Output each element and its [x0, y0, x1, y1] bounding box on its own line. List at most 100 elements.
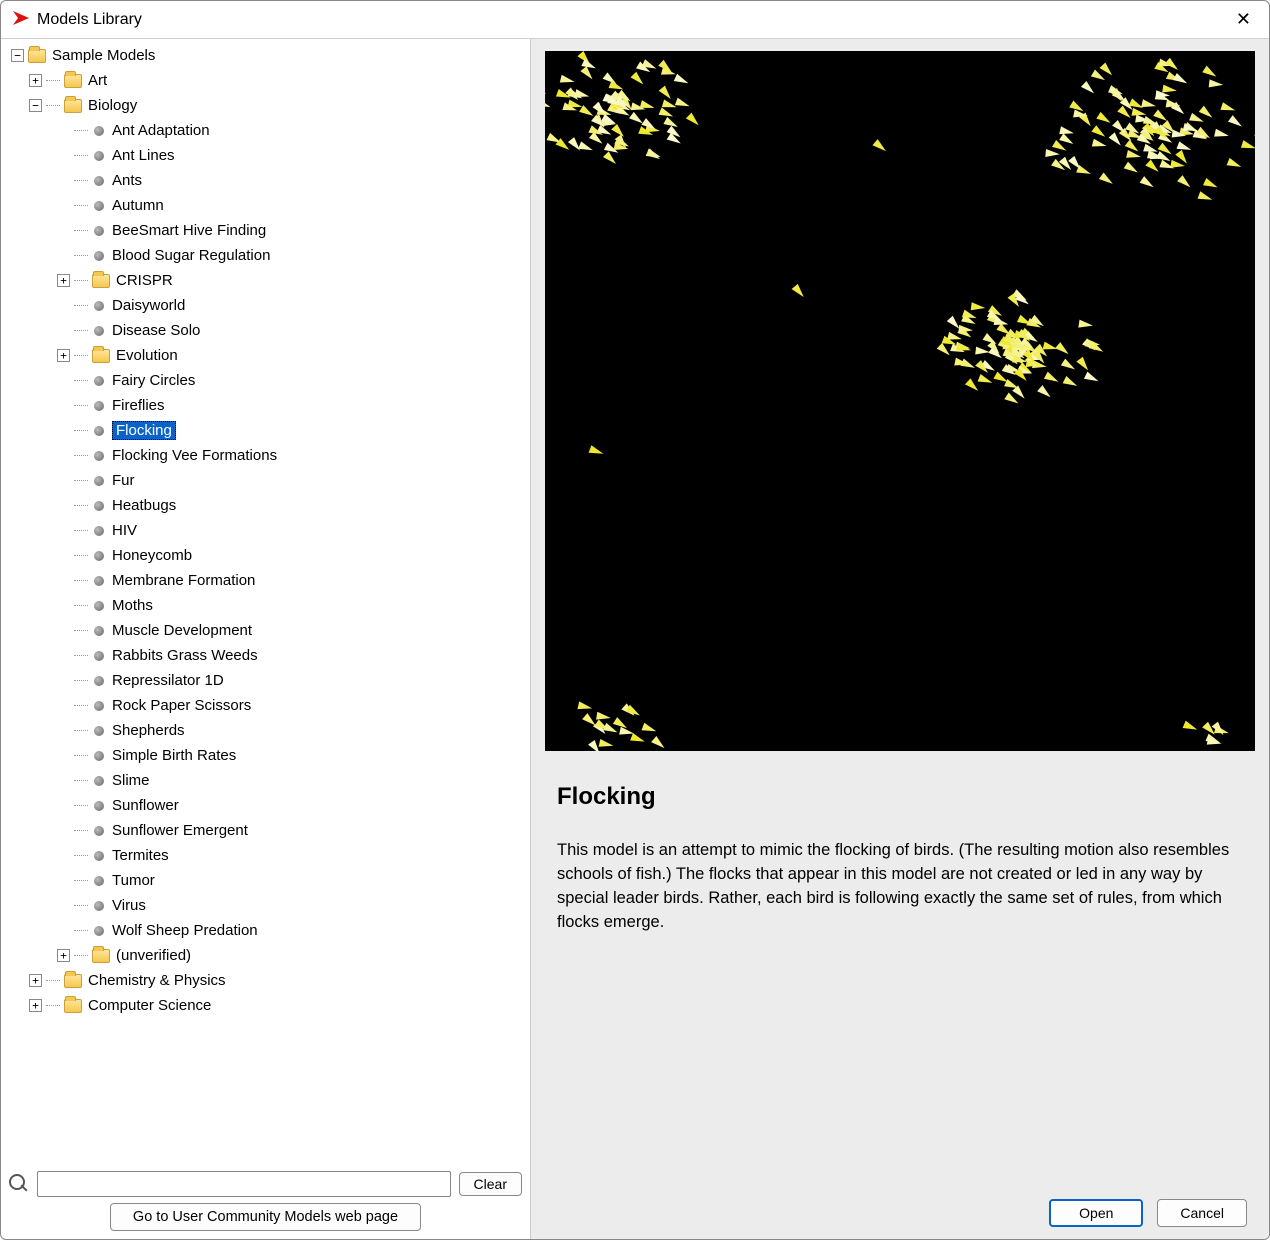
- tree-row[interactable]: HIV: [5, 518, 530, 543]
- tree-row[interactable]: Ant Adaptation: [5, 118, 530, 143]
- tree-item-label: Ants: [112, 172, 142, 189]
- expand-icon[interactable]: +: [57, 349, 70, 362]
- model-icon: [94, 426, 104, 436]
- tree-row[interactable]: −Biology: [5, 93, 530, 118]
- community-models-button[interactable]: Go to User Community Models web page: [110, 1203, 421, 1231]
- tree-row[interactable]: Shepherds: [5, 718, 530, 743]
- model-icon: [94, 501, 104, 511]
- model-preview-image: [545, 51, 1255, 751]
- model-icon: [94, 376, 104, 386]
- tree-row[interactable]: Muscle Development: [5, 618, 530, 643]
- tree-item-label: Disease Solo: [112, 322, 200, 339]
- tree-row[interactable]: Slime: [5, 768, 530, 793]
- tree-item-label: Rock Paper Scissors: [112, 697, 251, 714]
- expand-icon[interactable]: +: [57, 949, 70, 962]
- tree-row[interactable]: Wolf Sheep Predation: [5, 918, 530, 943]
- folder-icon: [64, 999, 82, 1013]
- tree-item-label: Wolf Sheep Predation: [112, 922, 258, 939]
- expand-icon[interactable]: +: [29, 974, 42, 987]
- tree-row[interactable]: Moths: [5, 593, 530, 618]
- model-icon: [94, 701, 104, 711]
- tree-row[interactable]: Repressilator 1D: [5, 668, 530, 693]
- model-tree[interactable]: − Sample Models + Art −BiologyAnt Adaptation…: [1, 39, 530, 1165]
- tree-item-label: Sunflower Emergent: [112, 822, 248, 839]
- close-icon[interactable]: ✕: [1228, 5, 1259, 34]
- tree-item-label: Simple Birth Rates: [112, 747, 236, 764]
- folder-icon: [92, 274, 110, 288]
- model-icon: [94, 526, 104, 536]
- tree-item-label: Honeycomb: [112, 547, 192, 564]
- tree-row[interactable]: Fur: [5, 468, 530, 493]
- tree-row[interactable]: + CRISPR: [5, 268, 530, 293]
- tree-item-label: Daisyworld: [112, 297, 185, 314]
- folder-icon: [64, 99, 82, 113]
- tree-row[interactable]: +Evolution: [5, 343, 530, 368]
- tree-item-label: CRISPR: [116, 272, 173, 289]
- tree-item-label: Rabbits Grass Weeds: [112, 647, 258, 664]
- search-input[interactable]: [37, 1171, 451, 1197]
- search-icon: [9, 1174, 29, 1194]
- tree-row[interactable]: Honeycomb: [5, 543, 530, 568]
- left-panel: − Sample Models + Art −BiologyAnt Adaptation…: [1, 39, 531, 1239]
- tree-row[interactable]: Flocking: [5, 418, 530, 443]
- tree-row[interactable]: Ants: [5, 168, 530, 193]
- tree-row[interactable]: Disease Solo: [5, 318, 530, 343]
- model-icon: [94, 551, 104, 561]
- tree-row[interactable]: +Computer Science: [5, 993, 530, 1018]
- tree-row[interactable]: Tumor: [5, 868, 530, 893]
- tree-item-label: Muscle Development: [112, 622, 252, 639]
- tree-row[interactable]: Rabbits Grass Weeds: [5, 643, 530, 668]
- model-icon: [94, 926, 104, 936]
- tree-item-label: Virus: [112, 897, 146, 914]
- tree-row[interactable]: Termites: [5, 843, 530, 868]
- model-icon: [94, 576, 104, 586]
- model-icon: [94, 226, 104, 236]
- tree-row[interactable]: +(unverified): [5, 943, 530, 968]
- tree-item-label: Fur: [112, 472, 135, 489]
- model-icon: [94, 601, 104, 611]
- folder-icon: [64, 974, 82, 988]
- tree-row[interactable]: Fairy Circles: [5, 368, 530, 393]
- tree-row[interactable]: +Chemistry & Physics: [5, 968, 530, 993]
- preview-description: This model is an attempt to mimic the fl…: [557, 839, 1243, 935]
- model-icon: [94, 776, 104, 786]
- expand-icon[interactable]: +: [57, 274, 70, 287]
- tree-row[interactable]: Sunflower Emergent: [5, 818, 530, 843]
- models-library-window: Models Library ✕ −Sample Models+Art−Biol…: [0, 0, 1270, 1240]
- tree-row[interactable]: Fireflies: [5, 393, 530, 418]
- model-icon: [94, 651, 104, 661]
- tree-item-label: Flocking: [112, 421, 176, 440]
- tree-row[interactable]: BeeSmart Hive Finding: [5, 218, 530, 243]
- expand-icon[interactable]: +: [29, 999, 42, 1012]
- tree-row[interactable]: Ant Lines: [5, 143, 530, 168]
- tree-item-label: Art: [88, 72, 107, 89]
- tree-item-label: Slime: [112, 772, 150, 789]
- tree-row[interactable]: Autumn: [5, 193, 530, 218]
- tree-item-label: Repressilator 1D: [112, 672, 224, 689]
- model-icon: [94, 876, 104, 886]
- tree-item-label: Heatbugs: [112, 497, 176, 514]
- tree-row[interactable]: Membrane Formation: [5, 568, 530, 593]
- tree-row[interactable]: Blood Sugar Regulation: [5, 243, 530, 268]
- tree-item-label: Termites: [112, 847, 169, 864]
- clear-button[interactable]: Clear: [459, 1172, 522, 1196]
- tree-row[interactable]: Heatbugs: [5, 493, 530, 518]
- app-logo-icon: [11, 8, 31, 32]
- tree-row[interactable]: Simple Birth Rates: [5, 743, 530, 768]
- tree-row[interactable]: + Art: [5, 68, 530, 93]
- tree-row[interactable]: Daisyworld: [5, 293, 530, 318]
- tree-row[interactable]: Sunflower: [5, 793, 530, 818]
- model-icon: [94, 901, 104, 911]
- collapse-icon[interactable]: −: [11, 49, 24, 62]
- tree-row[interactable]: Rock Paper Scissors: [5, 693, 530, 718]
- tree-row[interactable]: Virus: [5, 893, 530, 918]
- tree-item-label: Sample Models: [52, 47, 155, 64]
- tree-row[interactable]: Flocking Vee Formations: [5, 443, 530, 468]
- tree-item-label: HIV: [112, 522, 137, 539]
- open-button[interactable]: Open: [1049, 1199, 1143, 1227]
- collapse-icon[interactable]: −: [29, 99, 42, 112]
- tree-row[interactable]: − Sample Models: [5, 43, 530, 68]
- cancel-button[interactable]: Cancel: [1157, 1199, 1247, 1227]
- tree-item-label: Moths: [112, 597, 153, 614]
- expand-icon[interactable]: +: [29, 74, 42, 87]
